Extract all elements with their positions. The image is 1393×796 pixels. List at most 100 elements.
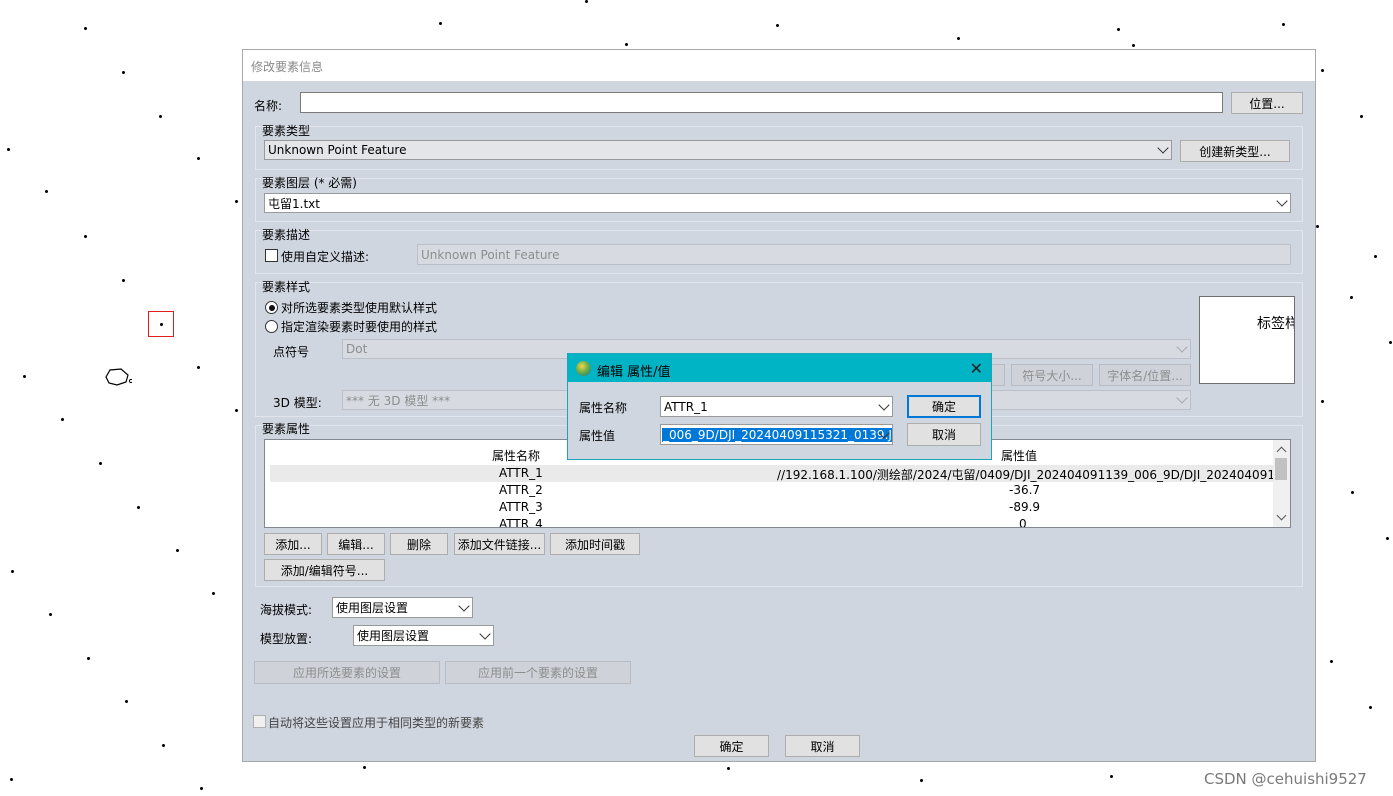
position-button[interactable]: 位置... (1231, 92, 1303, 114)
description-value: Unknown Point Feature (421, 247, 560, 262)
table-row[interactable]: ATTR_1 //192.168.1.100/测绘部/2024/屯留/0409/… (270, 465, 1290, 482)
scroll-thumb[interactable] (1275, 458, 1287, 480)
table-row[interactable]: ATTR_3 -89.9 (270, 499, 1273, 516)
app-globe-icon (576, 361, 591, 376)
map-point (45, 190, 48, 193)
custom-description-label: 使用自定义描述: (281, 250, 370, 264)
add-file-link-button[interactable]: 添加文件链接... (454, 533, 545, 555)
name-input[interactable] (300, 92, 1223, 113)
map-point (1316, 225, 1319, 228)
altitude-mode-value: 使用图层设置 (336, 601, 409, 615)
map-point (439, 22, 442, 25)
custom-style-label: 指定渲染要素时要使用的样式 (281, 320, 438, 334)
feature-type-select[interactable]: Unknown Point Feature (264, 140, 1172, 160)
altitude-mode-select[interactable]: 使用图层设置 (332, 597, 473, 618)
attr-name-cell: ATTR_3 (499, 500, 543, 514)
chevron-down-icon (479, 627, 491, 640)
3d-model-value: *** 无 3D 模型 *** (346, 393, 451, 408)
create-type-button[interactable]: 创建新类型... (1180, 140, 1290, 162)
scroll-down-icon[interactable] (1276, 510, 1287, 521)
chevron-down-icon (1276, 195, 1288, 207)
table-row[interactable]: ATTR_2 -36.7 (270, 482, 1273, 499)
column-header-value[interactable]: 属性值 (1001, 447, 1037, 464)
custom-description-checkbox[interactable] (265, 249, 278, 262)
selected-point-marker[interactable] (148, 311, 174, 337)
subdialog-ok-button[interactable]: 确定 (907, 395, 981, 418)
map-point (1282, 23, 1285, 26)
feature-type-value: Unknown Point Feature (268, 143, 407, 157)
ok-button[interactable]: 确定 (694, 735, 769, 757)
attr-name-select[interactable]: ATTR_1 (660, 396, 893, 417)
map-point (11, 570, 14, 573)
map-point (920, 779, 923, 782)
add-edit-symbol-button[interactable]: 添加/编辑符号... (264, 559, 385, 581)
map-point (125, 700, 128, 703)
map-point (1330, 660, 1333, 663)
map-point (1110, 775, 1113, 778)
feature-description-heading: 要素描述 (262, 228, 311, 242)
chevron-down-icon (1176, 392, 1188, 404)
attr-value-value: _006_9D/DJI_20240409115321_0139.JPG (662, 427, 892, 442)
attr-value-cell: -89.9 (1009, 500, 1041, 514)
cancel-button[interactable]: 取消 (785, 735, 860, 757)
altitude-mode-label: 海拔模式: (260, 603, 313, 617)
map-point (625, 43, 628, 46)
map-point (1321, 69, 1324, 72)
model-placement-select[interactable]: 使用图层设置 (353, 625, 494, 646)
feature-attributes-heading: 要素属性 (262, 422, 311, 436)
map-point (727, 767, 730, 770)
custom-style-radio[interactable] (265, 320, 278, 333)
map-point (1389, 341, 1392, 344)
map-point (235, 200, 238, 203)
symbol-size-button: 符号大小... (1011, 364, 1093, 386)
delete-attribute-button[interactable]: 删除 (390, 533, 448, 555)
dialog-title: 修改要素信息 (251, 60, 324, 74)
dialog-titlebar[interactable]: 修改要素信息 (243, 50, 1315, 81)
feature-layer-heading: 要素图层 (* 必需) (262, 176, 357, 190)
name-label: 名称: (254, 99, 283, 113)
feature-layer-select[interactable]: 屯留1.txt (264, 193, 1291, 213)
map-point (84, 27, 87, 30)
attr-value-select[interactable]: _006_9D/DJI_20240409115321_0139.JPG (660, 424, 893, 445)
edit-attribute-button[interactable]: 编辑... (327, 533, 385, 555)
map-point (1374, 255, 1377, 258)
attr-name-label: 属性名称 (579, 401, 628, 415)
close-icon[interactable]: ✕ (970, 359, 983, 378)
subdialog-cancel-button[interactable]: 取消 (907, 423, 981, 446)
subdialog-titlebar[interactable]: 编辑 属性/值 ✕ (568, 354, 991, 382)
pan-cursor-icon (105, 368, 132, 386)
table-scrollbar[interactable] (1273, 440, 1290, 527)
map-point (162, 744, 165, 747)
feature-type-heading: 要素类型 (262, 124, 311, 138)
feature-style-heading: 要素样式 (262, 280, 311, 294)
map-point (122, 71, 125, 74)
map-point (10, 778, 13, 781)
style-preview: 标签样 (1199, 296, 1295, 384)
auto-apply-checkbox (253, 715, 266, 728)
map-point (99, 462, 102, 465)
model-placement-value: 使用图层设置 (357, 629, 430, 643)
add-timestamp-button[interactable]: 添加时间戳 (550, 533, 640, 555)
map-point (776, 24, 779, 27)
table-row[interactable]: ATTR_4 0 (270, 516, 1273, 528)
selected-point (160, 323, 163, 326)
map-point (122, 279, 125, 282)
attr-name-cell: ATTR_4 (499, 517, 543, 528)
map-point (1132, 44, 1135, 47)
edit-attribute-dialog: 编辑 属性/值 ✕ 属性名称 ATTR_1 确定 属性值 _006_9D/DJI… (567, 353, 992, 460)
attr-value-label: 属性值 (579, 429, 616, 443)
column-header-name[interactable]: 属性名称 (492, 447, 540, 464)
map-point (235, 409, 238, 412)
preview-label-text: 标签样 (1257, 316, 1295, 332)
attr-value-cell: //192.168.1.100/测绘部/2024/屯留/0409/DJI_202… (777, 468, 1291, 482)
feature-layer-value: 屯留1.txt (268, 196, 320, 211)
map-point (49, 613, 52, 616)
font-position-button: 字体名/位置... (1099, 364, 1191, 386)
attr-name-value: ATTR_1 (664, 399, 708, 414)
map-point (7, 148, 10, 151)
add-attribute-button[interactable]: 添加... (264, 533, 322, 555)
scroll-up-icon[interactable] (1276, 446, 1287, 457)
model-placement-label: 模型放置: (260, 632, 313, 646)
map-point (1117, 28, 1120, 31)
default-style-radio[interactable] (265, 301, 278, 314)
